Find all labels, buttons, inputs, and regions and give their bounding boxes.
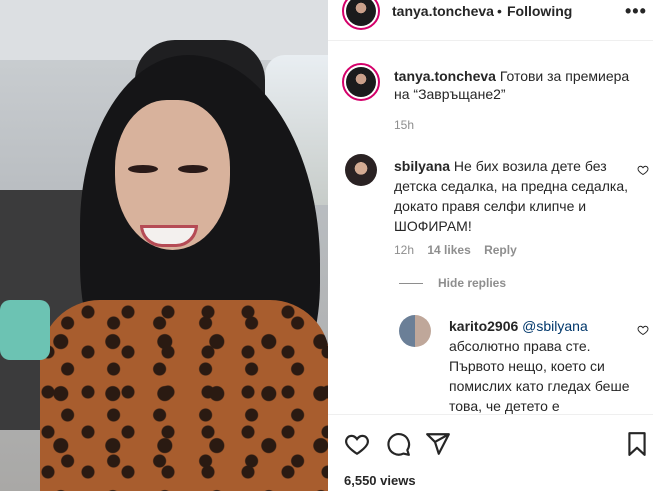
author-username[interactable]: tanya.toncheva (392, 3, 494, 19)
caption: tanya.toncheva Готови за премиера на “За… (394, 67, 644, 103)
hide-replies-button[interactable]: Hide replies (438, 276, 506, 290)
caption-avatar[interactable] (342, 63, 380, 101)
reply-username[interactable]: karito2906 (449, 318, 518, 334)
reply-like-icon[interactable] (637, 324, 649, 336)
header-separator: • (497, 3, 502, 19)
share-icon[interactable] (425, 431, 451, 457)
reply-text: абсолютно права сте. Първото нещо, което… (449, 338, 630, 414)
reply: karito2906 @sbilyana абсолютно права сте… (449, 316, 634, 414)
comment-like-icon[interactable] (637, 164, 649, 176)
comment: sbilyana Не бих возила дете без детска с… (394, 156, 629, 236)
replies-divider (399, 283, 423, 284)
eye-right (178, 165, 208, 173)
reply-avatar[interactable] (399, 315, 431, 347)
view-count[interactable]: 6,550 views (344, 473, 416, 488)
following-button[interactable]: Following (507, 3, 572, 19)
caption-time[interactable]: 15h (394, 118, 414, 132)
commenter-avatar[interactable] (345, 154, 377, 186)
child-toy (0, 300, 50, 360)
comment-icon[interactable] (385, 431, 411, 457)
comments-section[interactable]: tanya.toncheva Готови за премиера на “За… (328, 41, 653, 414)
eye-left (128, 165, 158, 173)
leopard-shirt (40, 300, 328, 491)
comment-time[interactable]: 12h (394, 243, 414, 257)
post-video[interactable] (0, 0, 328, 491)
caption-username[interactable]: tanya.toncheva (394, 68, 496, 84)
post-side-panel: tanya.toncheva • Following ••• tanya.ton… (328, 0, 653, 491)
reply-mention[interactable]: @sbilyana (522, 318, 588, 334)
reply-button[interactable]: Reply (484, 243, 517, 257)
comment-meta: 12h 14 likes Reply (394, 243, 527, 257)
heart-icon[interactable] (344, 431, 370, 457)
action-bar: 6,550 views (328, 414, 653, 492)
post-header: tanya.toncheva • Following ••• (328, 0, 653, 41)
bookmark-icon[interactable] (624, 431, 650, 457)
comment-likes[interactable]: 14 likes (427, 243, 470, 257)
author-avatar[interactable] (342, 0, 380, 30)
more-options-icon[interactable]: ••• (625, 1, 647, 22)
commenter-username[interactable]: sbilyana (394, 158, 450, 174)
